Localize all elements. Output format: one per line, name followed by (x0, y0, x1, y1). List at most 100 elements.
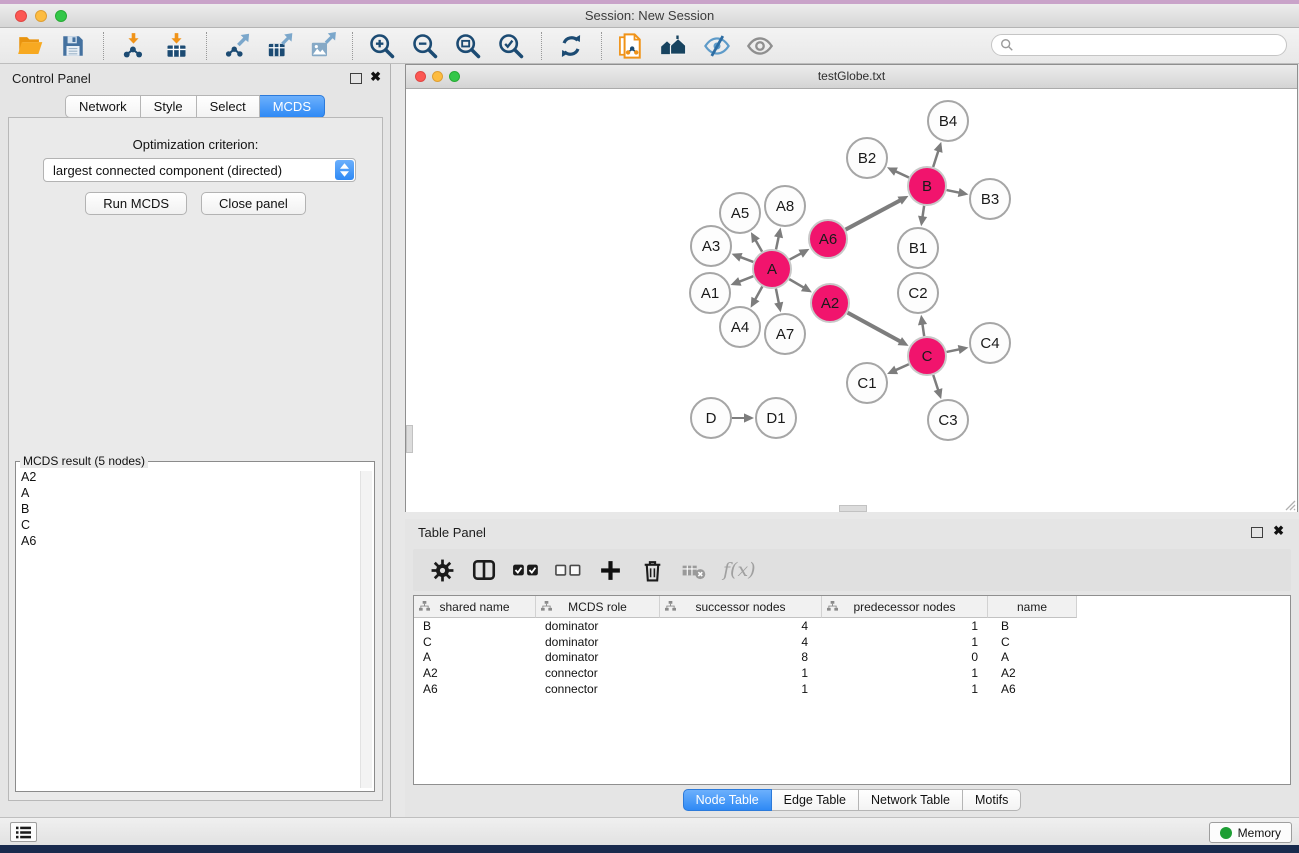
open-session-icon[interactable] (14, 30, 46, 62)
graph-edge-A6-B[interactable] (846, 200, 902, 230)
graph-node-A4[interactable]: A4 (720, 307, 760, 347)
graph-edge-B-B3[interactable] (947, 190, 961, 193)
graph-node-A1[interactable]: A1 (690, 273, 730, 313)
graph-node-B4[interactable]: B4 (928, 101, 968, 141)
vertical-scroll-nub[interactable] (406, 425, 413, 453)
tab-select[interactable]: Select (197, 95, 260, 118)
graph-node-C4[interactable]: C4 (970, 323, 1010, 363)
graph-node-D1[interactable]: D1 (756, 398, 796, 438)
show-graphics-details-icon[interactable] (744, 30, 776, 62)
graph-edge-A-A2[interactable] (789, 279, 805, 288)
mcds-result-item[interactable]: A (21, 485, 372, 501)
export-table-icon[interactable] (263, 30, 295, 62)
mcds-result-scrollbar[interactable] (360, 471, 372, 788)
export-network-icon[interactable] (220, 30, 252, 62)
graph-edge-C-C3[interactable] (933, 375, 938, 391)
unselect-all-columns-icon[interactable] (553, 555, 583, 585)
delete-column-icon[interactable] (637, 555, 667, 585)
graph-node-C2[interactable]: C2 (898, 273, 938, 313)
column-header-successor-nodes[interactable]: successor nodes (660, 596, 822, 618)
graph-edge-B-B4[interactable] (933, 150, 939, 167)
graph-edge-A-A1[interactable] (738, 276, 753, 282)
zoom-fit-icon[interactable] (452, 30, 484, 62)
column-header-predecessor-nodes[interactable]: predecessor nodes (822, 596, 988, 618)
graph-edge-A-A8[interactable] (776, 235, 779, 249)
float-panel-icon[interactable] (350, 73, 362, 84)
run-mcds-button[interactable]: Run MCDS (85, 192, 187, 215)
tab-motifs[interactable]: Motifs (963, 789, 1021, 811)
clone-network-icon[interactable] (615, 30, 647, 62)
close-panel-icon[interactable]: ✖ (370, 70, 381, 84)
zoom-window-button[interactable] (55, 10, 67, 22)
graph-node-A6[interactable]: A6 (809, 220, 847, 258)
import-table-icon[interactable] (160, 30, 192, 62)
graph-node-B[interactable]: B (908, 167, 946, 205)
close-panel-button[interactable]: Close panel (201, 192, 306, 215)
graph-edge-A2-C[interactable] (848, 313, 902, 343)
task-history-button[interactable] (10, 822, 37, 842)
save-session-icon[interactable] (57, 30, 89, 62)
graph-node-C3[interactable]: C3 (928, 400, 968, 440)
table-row[interactable]: A2connector11A2 (414, 665, 1290, 681)
mcds-result-item[interactable]: B (21, 501, 372, 517)
network-canvas[interactable]: B4B2BB3A8A5A6B1A3AA1C2A2A4A7C4CC1C3DD1 (406, 89, 1297, 512)
table-row[interactable]: Cdominator41C (414, 634, 1290, 650)
tab-style[interactable]: Style (141, 95, 197, 118)
resize-grip-icon[interactable] (1280, 495, 1296, 511)
optimization-criterion-select[interactable]: largest connected component (directed) (43, 158, 356, 182)
table-options-gear-icon[interactable] (427, 555, 457, 585)
delete-table-icon[interactable] (679, 555, 709, 585)
tab-node-table[interactable]: Node Table (683, 789, 772, 811)
mcds-result-item[interactable]: A6 (21, 533, 372, 549)
graph-node-A2[interactable]: A2 (811, 284, 849, 322)
table-row[interactable]: A6connector11A6 (414, 681, 1290, 697)
graph-node-D[interactable]: D (691, 398, 731, 438)
graph-node-A3[interactable]: A3 (691, 226, 731, 266)
column-header-name[interactable]: name (988, 596, 1077, 618)
graph-edge-A-A4[interactable] (754, 287, 762, 301)
graph-node-A8[interactable]: A8 (765, 186, 805, 226)
graph-edge-A-A3[interactable] (739, 257, 753, 262)
tab-edge-table[interactable]: Edge Table (772, 789, 859, 811)
graph-node-A[interactable]: A (753, 250, 791, 288)
graph-node-B3[interactable]: B3 (970, 179, 1010, 219)
graph-edge-A-A6[interactable] (790, 253, 803, 260)
graph-node-C[interactable]: C (908, 337, 946, 375)
minimize-window-button[interactable] (35, 10, 47, 22)
float-table-panel-icon[interactable] (1251, 527, 1263, 538)
tab-mcds[interactable]: MCDS (260, 95, 325, 118)
function-builder-icon[interactable]: f(x) (723, 559, 756, 581)
apply-layout-icon[interactable] (555, 30, 587, 62)
mcds-result-item[interactable]: C (21, 517, 372, 533)
graph-edge-B-B2[interactable] (894, 171, 909, 178)
show-column-icon[interactable] (469, 555, 499, 585)
graph-edge-C-C1[interactable] (894, 364, 908, 370)
graph-edge-C-C4[interactable] (947, 349, 961, 352)
mcds-result-item[interactable]: A2 (21, 469, 372, 485)
network-zoom-button[interactable] (449, 71, 460, 82)
select-all-columns-icon[interactable] (511, 555, 541, 585)
table-row[interactable]: Bdominator41B (414, 618, 1290, 634)
create-column-icon[interactable] (595, 555, 625, 585)
graph-edge-A-A7[interactable] (776, 289, 779, 305)
graph-node-B1[interactable]: B1 (898, 228, 938, 268)
search-input[interactable] (1014, 37, 1278, 53)
column-header-mcds-role[interactable]: MCDS role (536, 596, 660, 618)
graph-node-A5[interactable]: A5 (720, 193, 760, 233)
tab-network-table[interactable]: Network Table (859, 789, 963, 811)
zoom-selected-icon[interactable] (495, 30, 527, 62)
import-network-icon[interactable] (117, 30, 149, 62)
column-header-shared-name[interactable]: shared name (414, 596, 536, 618)
tab-network[interactable]: Network (65, 95, 141, 118)
zoom-in-icon[interactable] (366, 30, 398, 62)
memory-button[interactable]: Memory (1209, 822, 1292, 843)
graph-edge-C-C2[interactable] (922, 323, 924, 337)
zoom-out-icon[interactable] (409, 30, 441, 62)
network-close-button[interactable] (415, 71, 426, 82)
graph-edge-A-A5[interactable] (755, 239, 762, 252)
graph-node-B2[interactable]: B2 (847, 138, 887, 178)
close-window-button[interactable] (15, 10, 27, 22)
horizontal-scroll-nub[interactable] (839, 505, 867, 512)
hide-graphics-details-icon[interactable] (701, 30, 733, 62)
network-minimize-button[interactable] (432, 71, 443, 82)
